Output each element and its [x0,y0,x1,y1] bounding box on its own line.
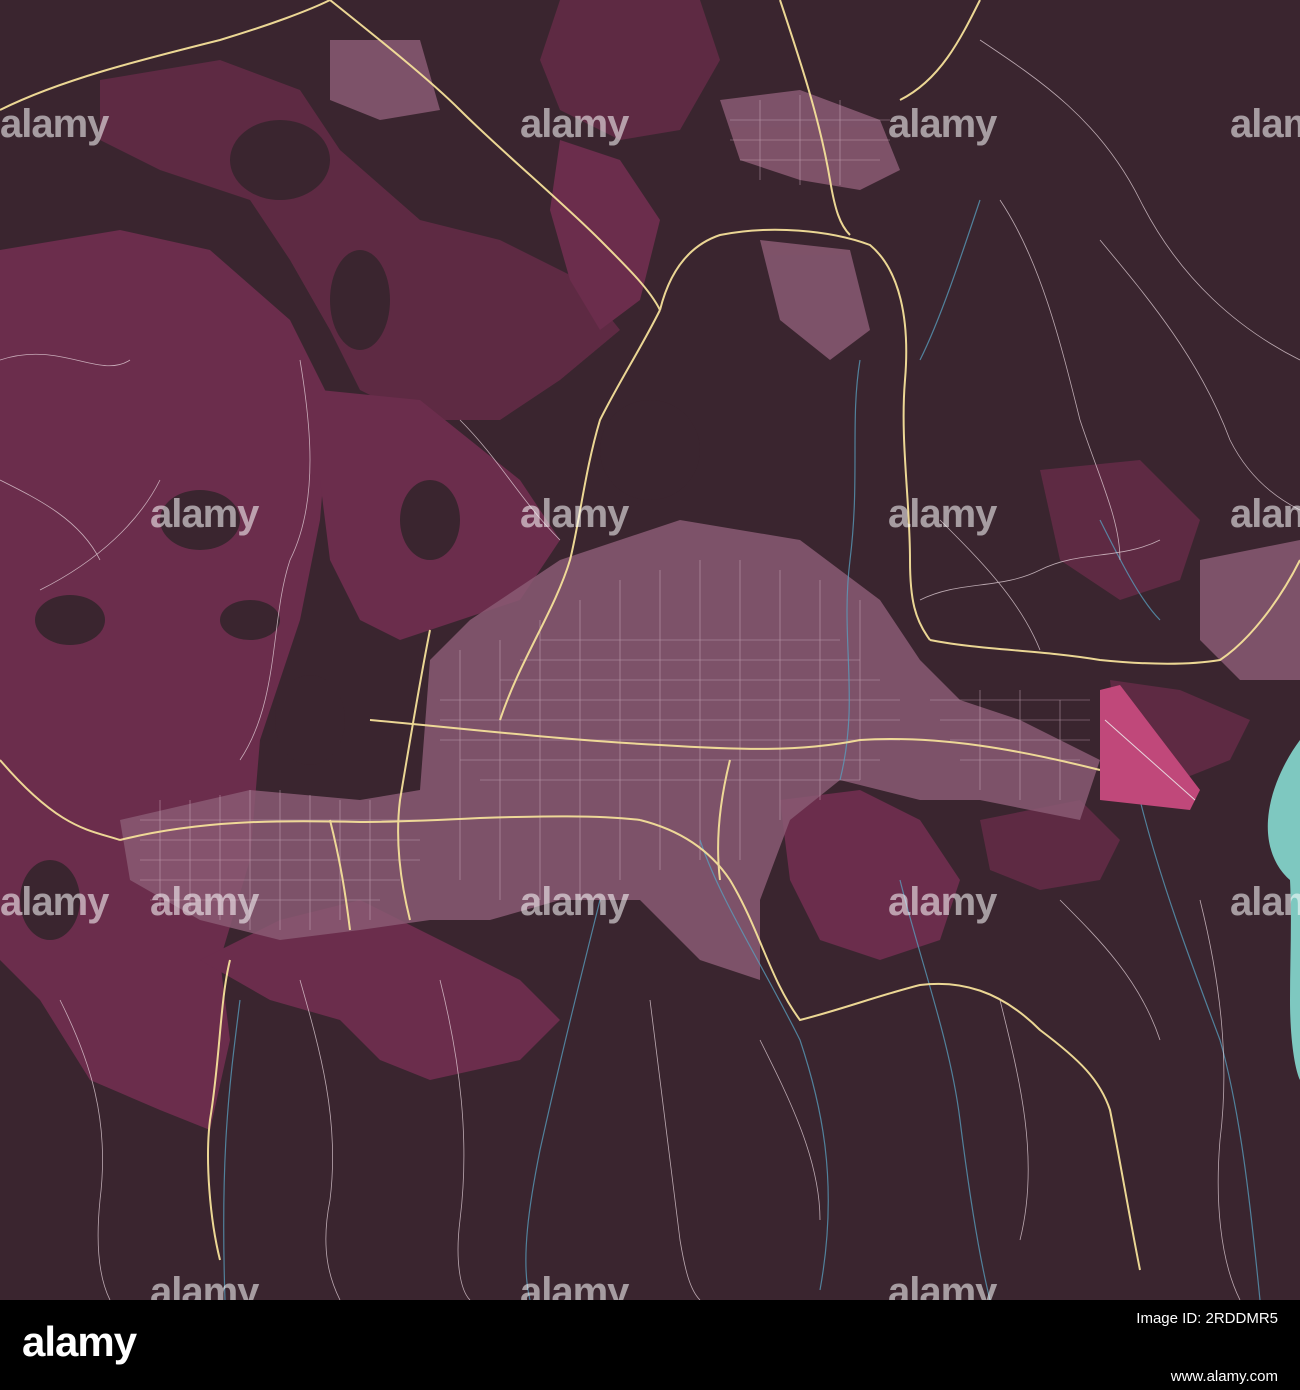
site-url: www.alamy.com [1170,1368,1278,1385]
stock-footer-bar: alamy Image ID: 2RDDMR5 www.alamy.com [0,1300,1300,1390]
alamy-logo: alamy [22,1318,137,1365]
image-id-label: Image ID: 2RDDMR5 [1136,1310,1278,1327]
map-frame: alamy alamy alamy alamy alamy alamy alam… [0,0,1300,1300]
city-map [0,0,1300,1300]
